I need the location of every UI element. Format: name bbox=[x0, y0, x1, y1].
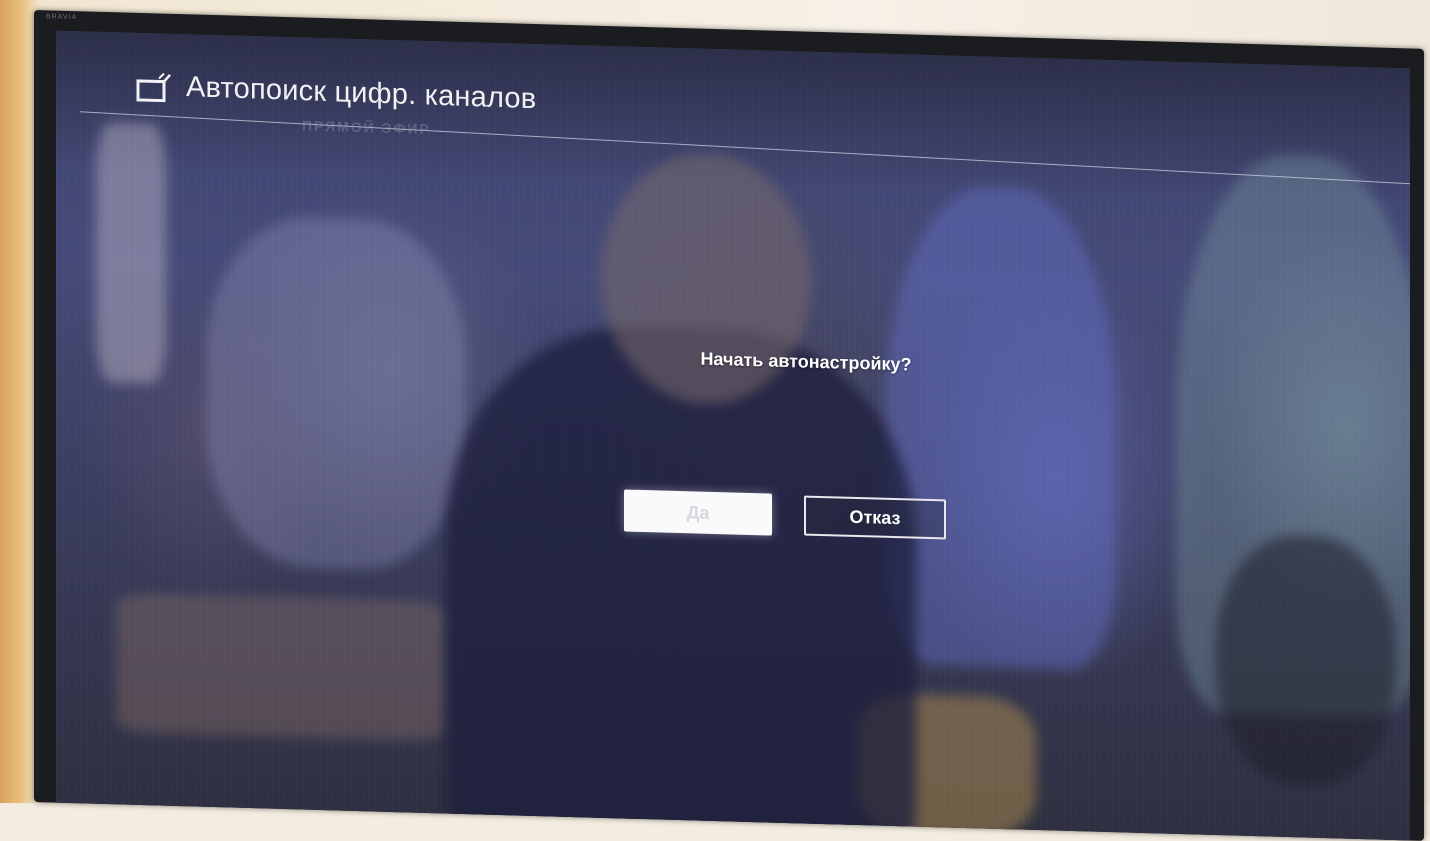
page-title: Автопоиск цифр. каналов bbox=[186, 71, 537, 116]
broadcast-light bbox=[96, 121, 166, 384]
broadcast-desk bbox=[116, 592, 446, 742]
ok-button[interactable]: Да bbox=[624, 489, 772, 536]
broadcast-person-left bbox=[206, 214, 466, 573]
tv-brand-mark: BRAVIA bbox=[46, 13, 78, 22]
broadcast-ghost-text: ПРЯМОЙ ЭФИР bbox=[302, 117, 431, 138]
broadcast-person-bottom-right bbox=[1216, 533, 1396, 789]
broadcast-person-right bbox=[886, 183, 1116, 671]
tv-antenna-icon bbox=[136, 71, 172, 104]
screen-header: Автопоиск цифр. каналов bbox=[136, 71, 536, 115]
tv-screen: Автопоиск цифр. каналов ПРЯМОЙ ЭФИР Нача… bbox=[56, 30, 1410, 841]
cancel-button[interactable]: Отказ bbox=[804, 495, 946, 540]
tv-bezel: BRAVIA Автопоиск цифр. каналов ПРЯМОЙ ЭФ… bbox=[34, 10, 1424, 841]
